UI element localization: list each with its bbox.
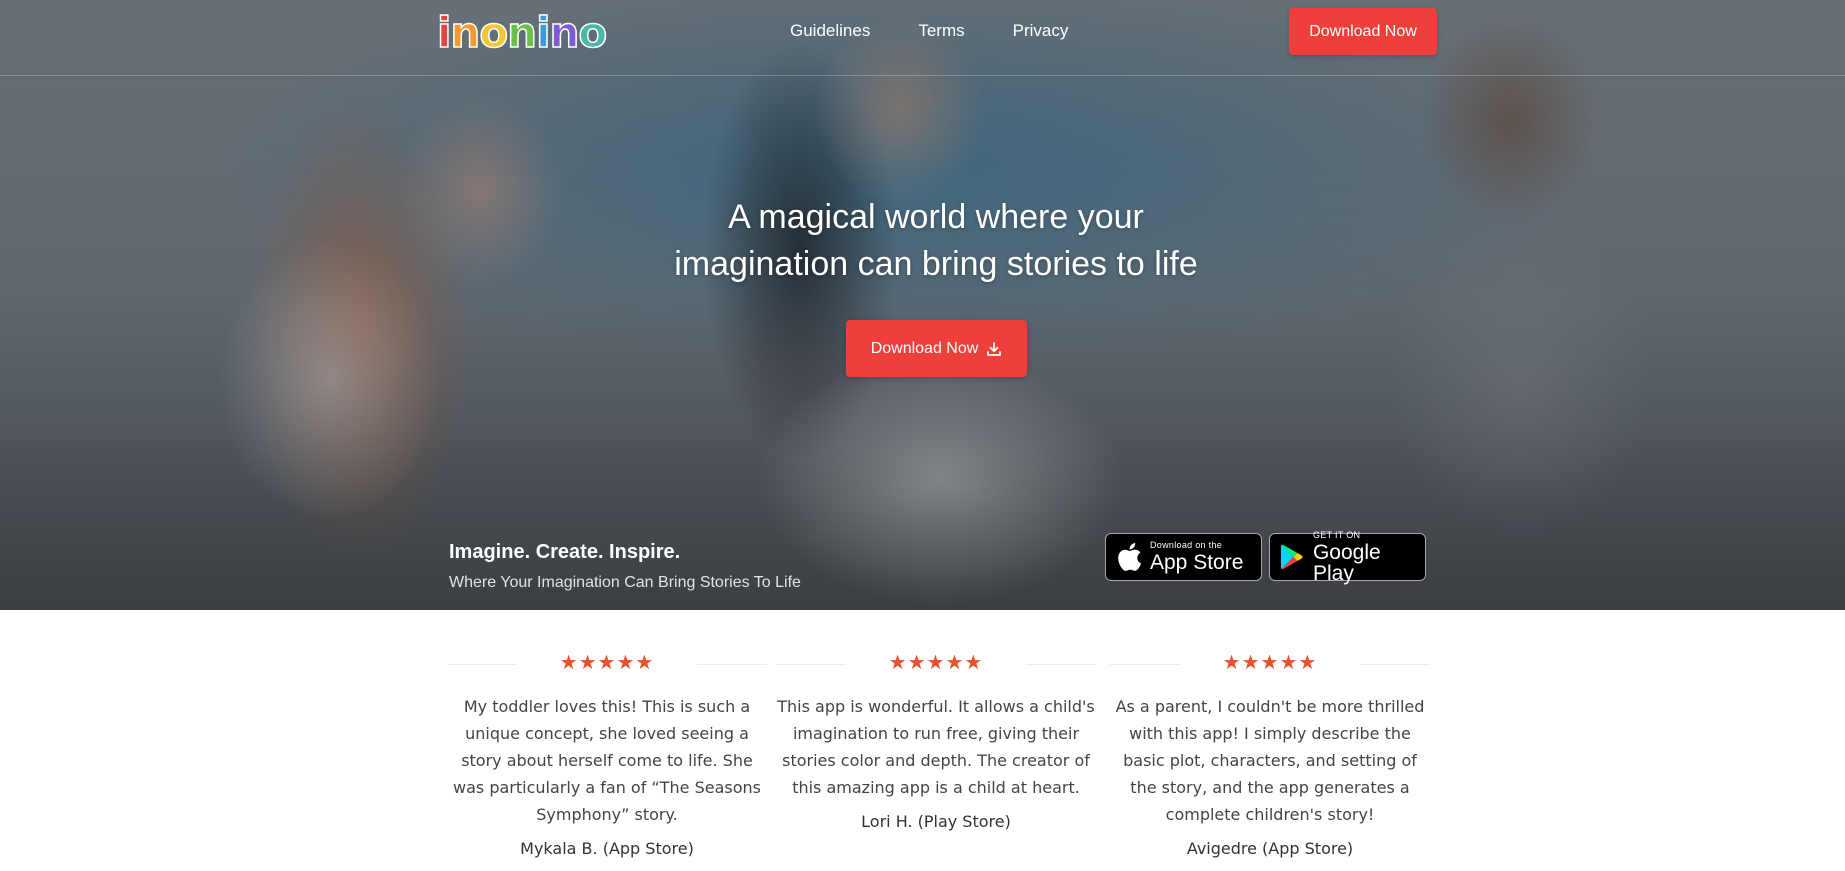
hero-download-label: Download Now xyxy=(870,339,979,357)
review-card: ★★★★★ My toddler loves this! This is suc… xyxy=(447,650,767,858)
logo-letter: o xyxy=(479,7,509,58)
hero-headline-line1: A magical world where your xyxy=(728,198,1144,236)
logo-letter: i xyxy=(535,7,551,58)
review-author: Avigedre (App Store) xyxy=(1186,839,1354,858)
google-play-badge[interactable]: GET IT ON Google Play xyxy=(1269,529,1426,585)
google-play-big-label: Google Play xyxy=(1312,540,1381,585)
logo-letter: o xyxy=(578,7,608,58)
hero-headline: A magical world where your imagination c… xyxy=(600,194,1272,288)
divider-line xyxy=(697,664,767,665)
google-play-icon xyxy=(1280,544,1303,570)
hero-background-photo xyxy=(0,0,1845,610)
nav-link-guidelines[interactable]: Guidelines xyxy=(790,20,870,42)
logo-letter: n xyxy=(506,7,537,58)
review-card: ★★★★★ As a parent, I couldn't be more th… xyxy=(1110,650,1430,858)
nav-download-label: Download Now xyxy=(1309,22,1417,40)
review-text: As a parent, I couldn't be more thrilled… xyxy=(1115,697,1425,824)
logo[interactable]: i n o n i n o xyxy=(436,7,608,58)
hero-tagline: Imagine. Create. Inspire. xyxy=(449,541,681,563)
review-author: Lori H. (Play Store) xyxy=(861,812,1011,831)
logo-letter: n xyxy=(450,7,481,58)
nav-link-privacy[interactable]: Privacy xyxy=(1013,20,1069,42)
rating-row: ★★★★★ xyxy=(776,650,1096,676)
google-play-small-label: GET IT ON xyxy=(1312,529,1361,540)
hero-headline-line2: imagination can bring stories to life xyxy=(674,245,1198,283)
star-rating-icon: ★★★★★ xyxy=(559,650,655,674)
app-store-badge[interactable]: Download on the App Store xyxy=(1105,533,1262,581)
google-play-text: GET IT ON Google Play xyxy=(1312,529,1415,585)
review-author: Mykala B. (App Store) xyxy=(520,839,694,858)
app-store-small-label: Download on the xyxy=(1150,540,1223,550)
nav-divider xyxy=(0,75,1845,76)
nav-link-terms[interactable]: Terms xyxy=(918,20,964,42)
app-store-big-label: App Store xyxy=(1150,551,1244,574)
star-rating-icon: ★★★★★ xyxy=(888,650,984,674)
review-text: My toddler loves this! This is such a un… xyxy=(453,697,761,824)
logo-letter: n xyxy=(549,7,580,58)
rating-row: ★★★★★ xyxy=(1110,650,1430,676)
rating-row: ★★★★★ xyxy=(447,650,767,676)
app-store-text: Download on the App Store xyxy=(1150,540,1244,574)
nav-download-button[interactable]: Download Now xyxy=(1289,8,1437,55)
apple-icon xyxy=(1118,543,1142,571)
divider-line xyxy=(1360,664,1430,665)
main-nav: Guidelines Terms Privacy xyxy=(790,20,1068,42)
divider-line xyxy=(447,664,517,665)
divider-line xyxy=(1110,664,1180,665)
divider-line xyxy=(1026,664,1096,665)
hero-subtagline: Where Your Imagination Can Bring Stories… xyxy=(449,574,801,591)
star-rating-icon: ★★★★★ xyxy=(1222,650,1318,674)
hero-download-button[interactable]: Download Now xyxy=(846,320,1027,377)
review-text: This app is wonderful. It allows a child… xyxy=(777,697,1095,797)
divider-line xyxy=(776,664,846,665)
review-card: ★★★★★ This app is wonderful. It allows a… xyxy=(776,650,1096,831)
download-icon xyxy=(987,341,1002,356)
hero-section: i n o n i n o Guidelines Terms Privacy D… xyxy=(0,0,1845,610)
logo-letter: i xyxy=(436,7,452,58)
